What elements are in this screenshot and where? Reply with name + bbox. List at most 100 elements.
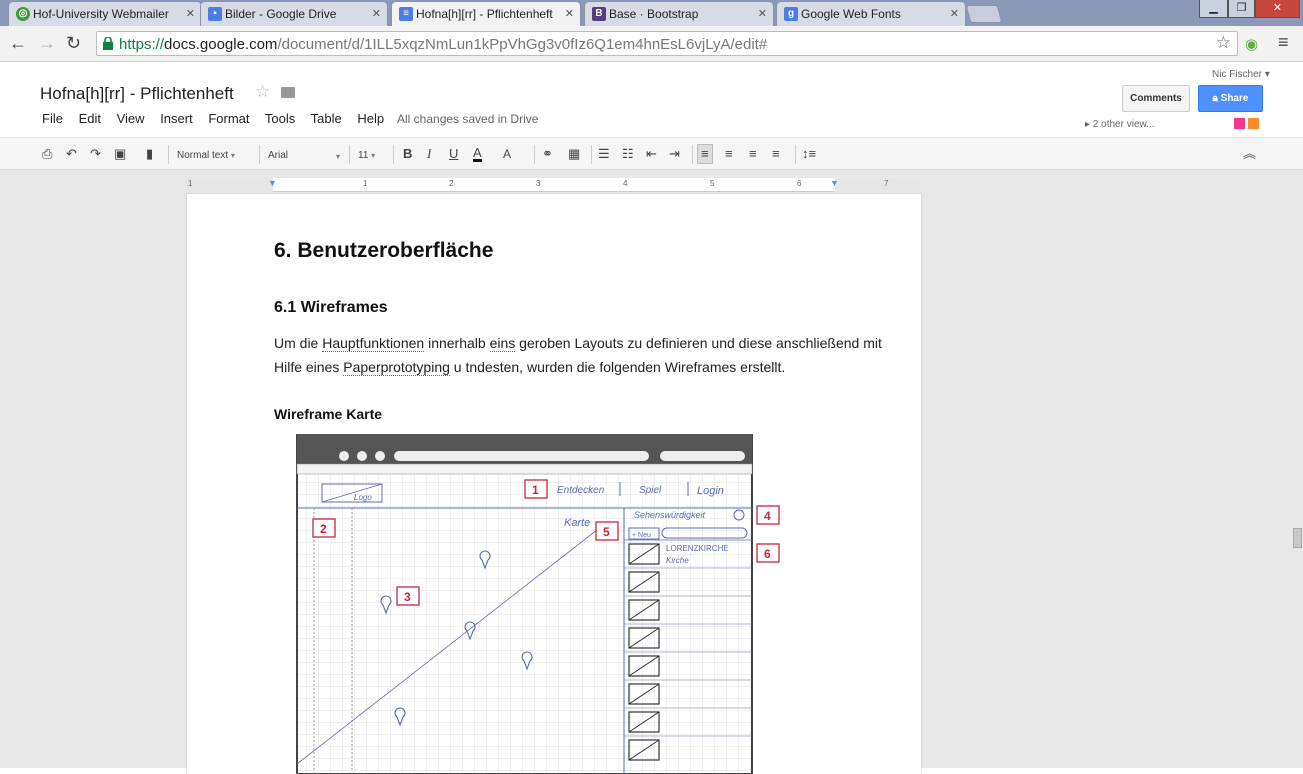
menu-file[interactable]: File [42,111,63,126]
align-center-icon[interactable]: ≡ [725,146,733,162]
extension-eye-icon[interactable]: ◉ [1245,35,1258,53]
font-label: Arial [268,150,289,161]
justify-icon[interactable]: ≡ [772,146,780,162]
ruler-mark: 6 [797,179,802,188]
numbered-list-icon[interactable]: ☰ [598,146,610,162]
menu-edit[interactable]: Edit [79,111,101,126]
search-field [660,451,745,461]
ruler-right-margin [835,178,921,192]
url-scheme: https:// [119,36,165,53]
paragraph-style-select[interactable]: Normal text ▾ [177,148,235,164]
bold-icon[interactable]: B [403,146,412,162]
callout-4: 4 [764,509,771,523]
star-icon[interactable]: ☆ [255,82,270,102]
url-text: https://docs.google.com/document/d/1ILL5… [119,36,767,53]
document-page[interactable]: 6. Benutzeroberfläche 6.1 Wireframes Um … [187,194,921,774]
docs-header: Hofna[h][rr] - Pflichtenheft ☆ File Edit… [0,62,1303,137]
tab-pflichtenheft[interactable]: ≡ Hofna[h][rr] - Pflichtenheft ✕ [391,1,581,26]
tab-webmailer[interactable]: ◎ Hof-University Webmailer ✕ [8,1,202,26]
italic-icon[interactable]: I [427,146,431,162]
text-color-icon[interactable]: A [473,146,482,162]
tab-close-icon[interactable]: ✕ [565,7,574,20]
misspelled-word: Paperprototyping [343,359,450,376]
collapse-toolbar-icon[interactable]: ︽ [1243,146,1256,162]
reload-icon[interactable]: ↻ [66,33,81,53]
left-indent-marker[interactable]: ▼ [268,178,277,188]
bulleted-list-icon[interactable]: ☷ [622,146,634,162]
font-select[interactable]: Arial [268,148,288,164]
callout-1: 1 [532,483,539,497]
share-button[interactable]: 🔒︎ Share [1198,85,1263,112]
callout-5: 5 [603,525,610,539]
image-icon[interactable]: ▦ [568,146,580,162]
url-field [394,451,649,461]
link-icon[interactable]: ⚭ [542,146,553,162]
menu-format[interactable]: Format [208,111,249,126]
horizontal-ruler[interactable]: 1 1 2 3 4 5 6 7 ▼ ▼ [187,178,921,192]
right-indent-marker[interactable]: ▼ [830,178,839,188]
tab-close-icon[interactable]: ✕ [950,7,959,20]
line-spacing-icon[interactable]: ↕≡ [802,146,816,162]
map-label: Karte [564,517,590,529]
menu-insert[interactable]: Insert [160,111,193,126]
tab-close-icon[interactable]: ✕ [758,7,767,20]
menu-tools[interactable]: Tools [265,111,295,126]
save-status[interactable]: All changes saved in Drive [397,112,538,126]
callout-3: 3 [404,590,411,604]
wireframe-sketch-image[interactable]: Logo Entdecken Spiel Login Karte Sehensw… [282,434,782,774]
paste-icon[interactable]: ▣ [114,146,126,162]
paint-format-icon[interactable]: ▮ [146,146,153,162]
chrome-menu-icon[interactable]: ≡ [1278,32,1289,53]
increase-indent-icon[interactable]: ⇥ [669,146,680,162]
viewer-avatar[interactable] [1248,118,1259,129]
new-tab-button[interactable] [965,5,1003,23]
print-icon[interactable]: ⎙ [42,146,52,162]
back-arrow-icon[interactable]: ← [9,33,27,53]
document-title[interactable]: Hofna[h][rr] - Pflichtenheft [40,84,234,104]
tab-google-drive[interactable]: ▪ Bilder - Google Drive ✕ [200,1,388,26]
maximize-button[interactable]: ❐ [1228,0,1255,18]
bookmark-star-icon[interactable]: ☆ [1216,33,1231,53]
undo-icon[interactable]: ↶ [66,146,77,162]
folder-icon[interactable] [281,87,295,98]
viewer-avatar[interactable] [1234,118,1245,129]
document-canvas: 1 1 2 3 4 5 6 7 ▼ ▼ 6. Benutzeroberfläch… [0,170,1303,774]
user-name: Nic Fischer [1212,69,1263,80]
ruler-mark: 4 [623,179,628,188]
tab-close-icon[interactable]: ✕ [372,7,381,20]
tab-close-icon[interactable]: ✕ [186,7,195,20]
browser-tab-strip: ◎ Hof-University Webmailer ✕ ▪ Bilder - … [0,0,1303,26]
font-size-label: 11 [358,150,369,161]
menu-table[interactable]: Table [311,111,342,126]
comments-button[interactable]: Comments [1122,85,1190,112]
browser-toolbar: ← → ↻ https://docs.google.com/document/d… [0,26,1303,62]
url-path: /document/d/1ILL5xqzNmLun1kPpVhGg3v0fIz6… [277,36,768,53]
tab-google-web-fonts[interactable]: g Google Web Fonts ✕ [776,1,966,26]
other-viewers[interactable]: ▸ 2 other view... [1085,119,1155,130]
font-size-select[interactable]: 11 ▾ [358,148,375,164]
decrease-indent-icon[interactable]: ⇤ [646,146,657,162]
tab-bootstrap[interactable]: B Base · Bootstrap ✕ [584,1,774,26]
ruler-mark: 5 [710,179,715,188]
align-right-icon[interactable]: ≡ [749,146,757,162]
menu-view[interactable]: View [117,111,145,126]
close-window-button[interactable]: ✕ [1255,0,1300,18]
tab-title: Bilder - Google Drive [225,7,337,21]
callout-2: 2 [320,522,327,536]
tab-title: Google Web Fonts [801,7,901,21]
toolbar-divider [591,145,592,164]
minimize-button[interactable]: ▁ [1199,0,1228,18]
underline-icon[interactable]: U [449,146,458,162]
align-left-icon[interactable]: ≡ [697,144,713,164]
user-account-name[interactable]: Nic Fischer ▾ [1212,69,1270,80]
address-bar[interactable]: https://docs.google.com/document/d/1ILL5… [96,31,1238,56]
heading-1: 6. Benutzeroberfläche [274,239,494,262]
bookmark-bar [296,463,753,475]
redo-icon[interactable]: ↷ [90,146,101,162]
highlight-color-icon[interactable]: A [503,146,511,162]
vertical-scrollbar-thumb[interactable] [1293,528,1302,548]
forward-arrow-icon[interactable]: → [38,33,56,53]
bootstrap-icon: B [592,7,606,21]
chevron-down-icon[interactable]: ▾ [336,149,340,165]
menu-help[interactable]: Help [357,111,384,126]
